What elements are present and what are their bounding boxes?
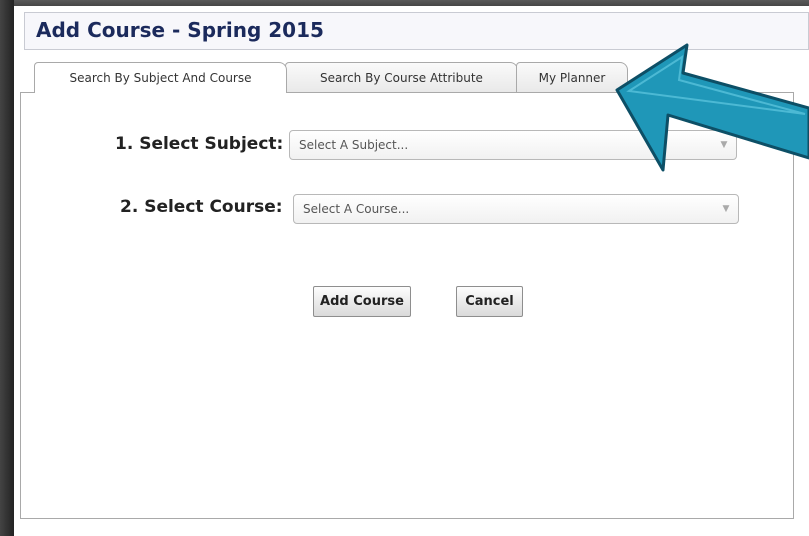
tab-search-by-subject[interactable]: Search By Subject And Course — [34, 62, 287, 93]
tab-label: Search By Subject And Course — [69, 71, 252, 85]
background-edge — [0, 0, 14, 536]
subject-select-placeholder: Select A Subject... — [299, 138, 409, 152]
add-course-button[interactable]: Add Course — [313, 286, 411, 317]
tab-search-by-attribute[interactable]: Search By Course Attribute — [285, 62, 518, 92]
course-label: 2. Select Course: — [120, 197, 283, 217]
tab-label: My Planner — [538, 70, 606, 85]
chevron-down-icon: ▼ — [722, 204, 730, 214]
dialog-title-bar: Add Course - Spring 2015 — [24, 12, 809, 50]
dialog-title: Add Course - Spring 2015 — [36, 18, 324, 42]
course-select[interactable]: Select A Course... ▼ — [293, 194, 739, 224]
subject-label: 1. Select Subject: — [115, 134, 284, 154]
chevron-down-icon: ▼ — [720, 140, 728, 150]
add-course-button-label: Add Course — [320, 294, 404, 309]
tab-my-planner[interactable]: My Planner — [516, 62, 628, 92]
cancel-button[interactable]: Cancel — [456, 286, 523, 317]
course-select-placeholder: Select A Course... — [303, 202, 410, 216]
cancel-button-label: Cancel — [465, 294, 514, 309]
tab-label: Search By Course Attribute — [320, 70, 483, 85]
subject-select[interactable]: Select A Subject... ▼ — [289, 130, 737, 160]
